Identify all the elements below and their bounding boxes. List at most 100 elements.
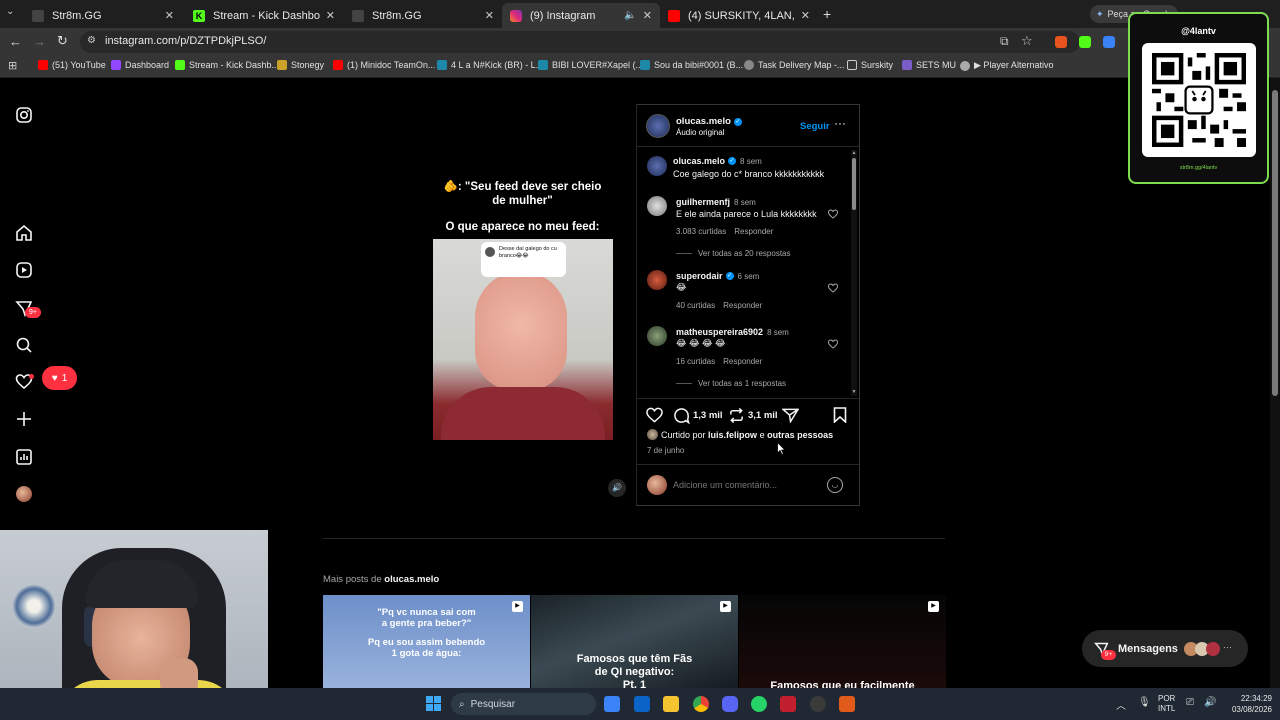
post-thumbnail[interactable]: Famosos que eu facilmente ▶	[739, 595, 946, 690]
browser-tab-instagram[interactable]: (9) Instagram 🔈 ✕	[502, 3, 660, 28]
reload-icon[interactable]: ↻	[57, 33, 68, 49]
browser-tab-3[interactable]: Str8m.GG ✕	[344, 3, 502, 28]
repost-icon[interactable]	[728, 407, 745, 424]
outlook-icon[interactable]	[634, 696, 650, 712]
comment-like-icon[interactable]	[828, 339, 838, 349]
browser-tab-5[interactable]: (4) SURSKITY, 4LAN, JACOMÉ E ✕	[660, 3, 818, 28]
create-plus-icon[interactable]	[15, 410, 33, 428]
commenter-avatar[interactable]	[647, 156, 667, 176]
messages-button[interactable]: Mensagens ···	[1082, 630, 1248, 667]
close-icon[interactable]: ✕	[165, 9, 174, 22]
comment-likes[interactable]: 16 curtidas	[676, 357, 715, 366]
emoji-icon[interactable]: ◡	[827, 477, 843, 493]
tab-search-button[interactable]: ⌄	[6, 6, 20, 20]
file-explorer-icon[interactable]	[663, 696, 679, 712]
home-icon[interactable]	[15, 224, 33, 242]
post-video[interactable]: 🫵: "Seu feed deve ser cheio de mulher" O…	[410, 104, 636, 506]
bookmark-minidoc[interactable]: (1) Minidoc TeamOn...	[333, 60, 435, 70]
discord-icon[interactable]	[722, 696, 738, 712]
profile-avatar[interactable]	[16, 486, 32, 502]
comment-username[interactable]: superodair	[676, 271, 723, 281]
more-posts-user[interactable]: olucas.melo	[384, 574, 439, 585]
install-icon[interactable]: ⧉	[1000, 34, 1009, 49]
save-bookmark-icon[interactable]	[833, 407, 847, 423]
reels-icon[interactable]	[15, 261, 33, 279]
network-icon[interactable]: ⎚	[1186, 697, 1194, 708]
close-icon[interactable]: ✕	[801, 9, 810, 22]
commenter-avatar[interactable]	[647, 196, 667, 216]
scrollbar-up-arrow[interactable]: ▲	[851, 150, 857, 156]
comments-scrollbar[interactable]: ▲ ▼	[851, 150, 857, 396]
bookmark-sets-mu[interactable]: SETS MU	[902, 60, 956, 70]
streaming-app-icon[interactable]	[780, 696, 796, 712]
bookmark-star-icon[interactable]: ☆	[1021, 33, 1033, 49]
follow-button[interactable]: Seguir	[800, 121, 830, 132]
reply-button[interactable]: Responder	[723, 301, 762, 310]
forward-arrow-icon[interactable]: →	[33, 34, 46, 49]
extension-icon[interactable]	[1103, 36, 1115, 48]
view-replies-button[interactable]: Ver todas as 1 respostas	[698, 379, 786, 388]
microphone-icon[interactable]: 🎙	[1138, 697, 1151, 708]
post-date[interactable]: 7 de junho	[647, 446, 684, 455]
obs-icon[interactable]	[810, 696, 826, 712]
taskbar-search[interactable]: ⌕ Pesquisar	[451, 693, 596, 715]
share-icon[interactable]	[782, 407, 799, 423]
clock[interactable]: 22:34:29 03/08/2026	[1222, 693, 1272, 715]
scrollbar-thumb[interactable]	[1272, 90, 1278, 396]
comment-icon[interactable]	[673, 407, 690, 424]
chrome-icon[interactable]	[693, 696, 709, 712]
comment-username[interactable]: olucas.melo	[673, 156, 725, 166]
likes-notification-bubble[interactable]: ♥ 1	[42, 366, 77, 390]
comment-input[interactable]	[673, 478, 823, 492]
instagram-logo-icon[interactable]	[15, 106, 33, 124]
like-icon[interactable]	[646, 407, 663, 423]
apps-grid-icon[interactable]: ⊞	[8, 59, 17, 72]
speaker-icon[interactable]: 🔈	[624, 10, 636, 21]
whatsapp-icon[interactable]	[751, 696, 767, 712]
volume-icon[interactable]: 🔊	[1204, 697, 1216, 708]
scrollbar-thumb[interactable]	[852, 158, 856, 210]
more-options-icon[interactable]: ···	[834, 116, 846, 130]
windows-start-icon[interactable]	[426, 696, 441, 711]
liked-by-others[interactable]: outras pessoas	[767, 430, 833, 440]
comment-like-icon[interactable]	[828, 209, 838, 219]
new-tab-button[interactable]: +	[823, 6, 831, 22]
comment-like-icon[interactable]	[828, 283, 838, 293]
commenter-avatar[interactable]	[647, 270, 667, 290]
view-replies-button[interactable]: Ver todas as 20 respostas	[698, 249, 791, 258]
browser-tab-2[interactable]: K Stream - Kick Dashboard ✕	[185, 3, 343, 28]
comment-username[interactable]: guilhermenfj	[676, 197, 730, 207]
back-arrow-icon[interactable]: ←	[9, 34, 22, 49]
bookmark-player[interactable]: ▶ Player Alternativo	[960, 60, 1053, 71]
insights-chart-icon[interactable]	[15, 448, 33, 466]
reposts-count[interactable]: 3,1 mil	[748, 410, 778, 421]
bookmark-stonegy[interactable]: Stonegy	[277, 60, 324, 70]
liked-by-user[interactable]: luis.felipow	[708, 430, 757, 440]
comment-username[interactable]: matheuspereira6902	[676, 327, 763, 337]
url-text[interactable]: instagram.com/p/DZTPDkjPLSO/	[105, 35, 266, 47]
mute-button[interactable]: 🔊	[608, 479, 626, 497]
commenter-avatar[interactable]	[647, 326, 667, 346]
extension-icon[interactable]	[1079, 36, 1091, 48]
scrollbar-down-arrow[interactable]: ▼	[851, 389, 857, 395]
bookmark-youtube[interactable]: (51) YouTube	[38, 60, 106, 70]
keyboard-layout[interactable]: POR INTL	[1158, 694, 1175, 714]
close-icon[interactable]: ✕	[485, 9, 494, 22]
comment-likes[interactable]: 40 curtidas	[676, 301, 715, 310]
store-icon[interactable]	[604, 696, 620, 712]
bookmark-bibi-lover[interactable]: BIBI LOVER#Xapel (...	[538, 60, 643, 70]
game-app-icon[interactable]	[839, 696, 855, 712]
close-icon[interactable]: ✕	[326, 9, 335, 22]
bookmark-4lan[interactable]: 4 L a N#Kick (BR) - L...	[437, 60, 543, 70]
tray-chevron-icon[interactable]: ︿	[1116, 697, 1126, 712]
search-icon[interactable]	[15, 336, 33, 354]
bookmark-surskity[interactable]: Surskity	[847, 60, 893, 70]
comment-likes[interactable]: 3.083 curtidas	[676, 227, 726, 236]
audio-label[interactable]: Áudio original	[676, 128, 724, 137]
author-name[interactable]: olucas.melo ✓	[676, 116, 742, 127]
site-info-icon[interactable]: ⚙	[87, 35, 99, 47]
post-thumbnail[interactable]: "Pq vc nunca sai com a gente pra beber?"…	[323, 595, 530, 690]
bookmark-kick[interactable]: Stream - Kick Dashb...	[175, 60, 279, 70]
reply-button[interactable]: Responder	[734, 227, 773, 236]
page-scrollbar[interactable]	[1270, 78, 1280, 688]
